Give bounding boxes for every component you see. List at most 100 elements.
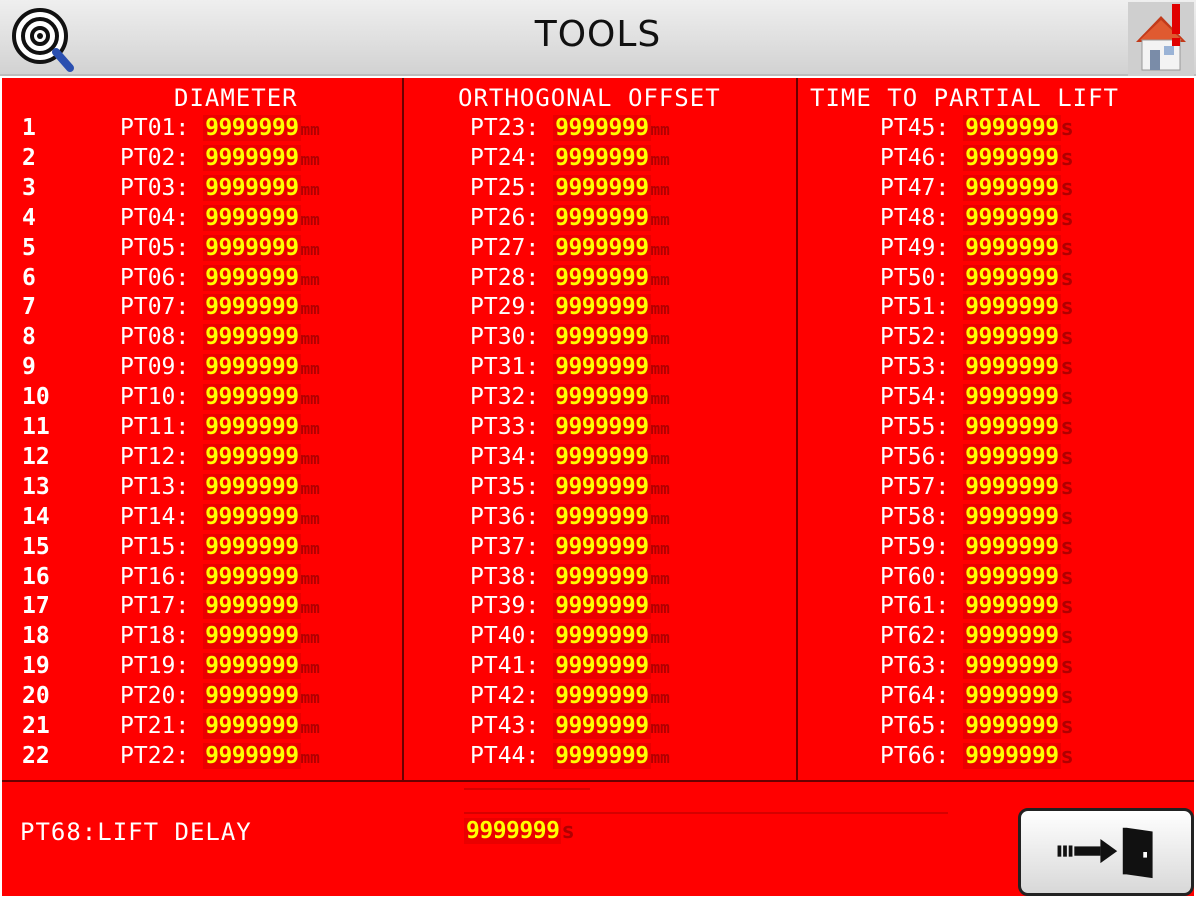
param-value[interactable]: 9999999: [553, 533, 651, 560]
param-value[interactable]: 9999999: [553, 563, 651, 590]
unit-label: mm: [300, 718, 320, 737]
param-value[interactable]: 9999999: [963, 443, 1061, 470]
param-value[interactable]: 9999999: [963, 115, 1061, 141]
param-value[interactable]: 9999999: [553, 713, 651, 739]
param-value[interactable]: 9999999: [553, 174, 651, 201]
param-value[interactable]: 9999999: [203, 503, 301, 530]
param-value[interactable]: 9999999: [963, 264, 1061, 291]
unit-label: mm: [300, 239, 320, 259]
param-label: PT33:: [470, 414, 540, 440]
param-row-offset: PT37: 9999999 mm: [470, 533, 670, 563]
param-value[interactable]: 9999999: [963, 473, 1061, 500]
row-index: 1: [22, 115, 36, 141]
param-label: PT06:: [120, 264, 190, 291]
unit-label: mm: [650, 628, 670, 648]
param-value[interactable]: 9999999: [553, 144, 651, 171]
param-value[interactable]: 9999999: [203, 683, 301, 710]
param-value[interactable]: 9999999: [203, 563, 301, 590]
lift-delay-field[interactable]: 9999999s: [464, 818, 575, 844]
param-value[interactable]: 9999999: [963, 653, 1061, 680]
param-value[interactable]: 9999999: [963, 234, 1061, 261]
param-label: PT18:: [120, 623, 190, 650]
param-value[interactable]: 9999999: [203, 742, 301, 769]
param-value[interactable]: 9999999: [553, 234, 651, 261]
param-value[interactable]: 9999999: [203, 324, 301, 351]
param-value[interactable]: 9999999: [553, 623, 651, 650]
param-value[interactable]: 9999999: [963, 533, 1061, 560]
param-value[interactable]: 9999999: [203, 294, 301, 321]
row-index: 12: [22, 443, 50, 470]
param-value[interactable]: 9999999: [963, 204, 1061, 231]
param-label: PT65:: [880, 713, 950, 739]
param-value[interactable]: 9999999: [553, 354, 651, 381]
param-value[interactable]: 9999999: [963, 414, 1061, 440]
param-label: PT45:: [880, 115, 950, 141]
param-value[interactable]: 9999999: [963, 713, 1061, 739]
param-value[interactable]: 9999999: [203, 115, 301, 141]
row-index: 9: [22, 354, 36, 381]
lift-delay-value[interactable]: 9999999: [464, 818, 562, 844]
unit-label: s: [1060, 205, 1074, 231]
exit-button[interactable]: [1018, 808, 1194, 896]
param-value[interactable]: 9999999: [963, 742, 1061, 769]
param-value[interactable]: 9999999: [203, 653, 301, 680]
param-value[interactable]: 9999999: [963, 354, 1061, 381]
param-label: PT51:: [880, 294, 950, 321]
unit-label: s: [1060, 145, 1074, 171]
param-value[interactable]: 9999999: [203, 384, 301, 411]
unit-label: s: [1060, 116, 1074, 141]
param-value[interactable]: 9999999: [963, 683, 1061, 710]
home-alert-icon[interactable]: [1128, 2, 1194, 76]
param-value[interactable]: 9999999: [963, 563, 1061, 590]
param-value[interactable]: 9999999: [963, 503, 1061, 530]
param-value[interactable]: 9999999: [963, 593, 1061, 620]
param-value[interactable]: 9999999: [553, 653, 651, 680]
param-value[interactable]: 9999999: [963, 294, 1061, 321]
row-index: 6: [22, 264, 36, 291]
param-value[interactable]: 9999999: [203, 593, 301, 620]
param-value[interactable]: 9999999: [553, 683, 651, 710]
param-value[interactable]: 9999999: [203, 414, 301, 440]
param-value[interactable]: 9999999: [203, 533, 301, 560]
param-value[interactable]: 9999999: [203, 473, 301, 500]
param-value[interactable]: 9999999: [963, 324, 1061, 351]
param-value[interactable]: 9999999: [553, 593, 651, 620]
param-label: PT43:: [470, 713, 540, 739]
param-value[interactable]: 9999999: [553, 414, 651, 440]
unit-label: mm: [650, 269, 670, 289]
param-value[interactable]: 9999999: [553, 742, 651, 769]
row-index: 14: [22, 503, 50, 530]
param-row-offset: PT38: 9999999 mm: [470, 563, 670, 593]
param-value[interactable]: 9999999: [203, 354, 301, 381]
unit-label: mm: [650, 747, 670, 767]
param-value[interactable]: 9999999: [203, 264, 301, 291]
param-value[interactable]: 9999999: [553, 294, 651, 321]
param-label: PT15:: [120, 533, 190, 560]
param-value[interactable]: 9999999: [203, 623, 301, 650]
param-value[interactable]: 9999999: [203, 443, 301, 470]
param-value[interactable]: 9999999: [553, 204, 651, 231]
param-value[interactable]: 9999999: [963, 144, 1061, 171]
param-value[interactable]: 9999999: [963, 174, 1061, 201]
param-value[interactable]: 9999999: [203, 204, 301, 231]
title-bar: TOOLS: [0, 0, 1196, 76]
param-value[interactable]: 9999999: [963, 384, 1061, 411]
param-value[interactable]: 9999999: [203, 234, 301, 261]
param-value[interactable]: 9999999: [553, 324, 651, 351]
param-value[interactable]: 9999999: [553, 503, 651, 530]
param-value[interactable]: 9999999: [203, 174, 301, 201]
param-row-lift: PT62: 9999999s: [880, 622, 1074, 651]
param-value[interactable]: 9999999: [203, 713, 301, 739]
param-row-lift: PT64: 9999999s: [880, 682, 1074, 711]
param-value[interactable]: 9999999: [553, 384, 651, 411]
param-value[interactable]: 9999999: [203, 144, 301, 171]
param-label: PT12:: [120, 443, 190, 470]
param-value[interactable]: 9999999: [553, 443, 651, 470]
param-value[interactable]: 9999999: [553, 115, 651, 141]
param-row-lift: PT59: 9999999s: [880, 533, 1074, 562]
param-value[interactable]: 9999999: [553, 264, 651, 291]
param-value[interactable]: 9999999: [963, 623, 1061, 650]
param-label: PT46:: [880, 144, 950, 171]
unit-label: mm: [300, 329, 320, 349]
param-value[interactable]: 9999999: [553, 473, 651, 500]
